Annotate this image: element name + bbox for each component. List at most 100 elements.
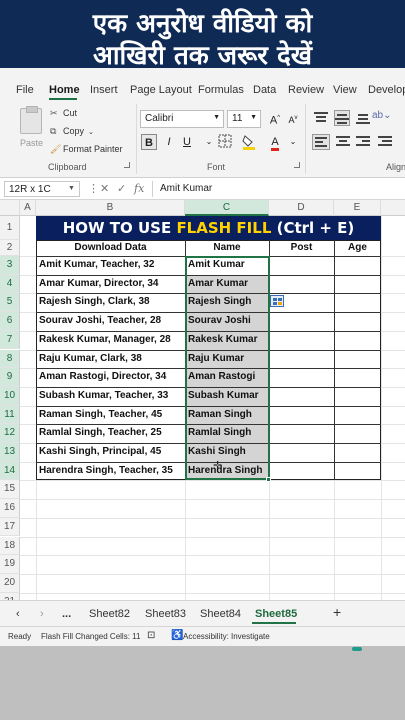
sheet-tab-84[interactable]: Sheet84 <box>200 608 241 620</box>
chevron-down-icon[interactable]: ⌄ <box>285 134 301 150</box>
tab-review[interactable]: Review <box>288 84 324 96</box>
tab-file[interactable]: File <box>16 84 34 96</box>
header-name[interactable]: Name <box>185 240 269 256</box>
tab-data[interactable]: Data <box>253 84 276 96</box>
column-header-a[interactable]: A <box>20 200 36 216</box>
borders-icon[interactable] <box>217 134 233 150</box>
cell-download-data[interactable]: Harendra Singh, Teacher, 35 <box>37 462 184 480</box>
cell-download-data[interactable]: Aman Rastogi, Director, 34 <box>37 368 184 386</box>
row-header-13[interactable]: 13 <box>0 443 20 462</box>
cut-button[interactable]: ✂ Cut <box>50 108 77 119</box>
column-header-c[interactable]: C <box>185 200 269 216</box>
row-header-16[interactable]: 16 <box>0 499 20 518</box>
cell-download-data[interactable]: Rakesk Kumar, Manager, 28 <box>37 331 184 349</box>
macro-record-icon[interactable]: ⊡ <box>147 630 155 641</box>
tab-insert[interactable]: Insert <box>90 84 118 96</box>
format-painter-button[interactable]: 🖌 Format Painter <box>50 144 123 155</box>
align-left-icon[interactable] <box>312 134 330 150</box>
chevron-down-icon[interactable]: ⌄ <box>88 129 94 136</box>
align-center-icon[interactable] <box>336 136 350 148</box>
formula-input[interactable]: Amit Kumar <box>160 183 212 194</box>
font-color-button[interactable]: A <box>267 134 283 151</box>
column-header-e[interactable]: E <box>334 200 381 216</box>
sheet-tab-82[interactable]: Sheet82 <box>89 608 130 620</box>
row-header-12[interactable]: 12 <box>0 424 20 443</box>
orientation-icon[interactable]: ab⌄ <box>372 110 392 122</box>
more-options-icon[interactable]: ⋮ <box>88 182 99 195</box>
bold-button[interactable]: B <box>141 134 157 150</box>
row-header-5[interactable]: 5 <box>0 293 20 313</box>
flash-fill-options-icon[interactable] <box>270 295 284 307</box>
scroll-right-icon[interactable]: › <box>40 608 44 620</box>
underline-button[interactable]: U <box>179 134 195 150</box>
cell-download-data[interactable]: Kashi Singh, Principal, 45 <box>37 443 184 461</box>
row-header-8[interactable]: 8 <box>0 349 20 369</box>
row-header-1[interactable]: 1 <box>0 216 20 240</box>
accessibility-icon[interactable]: ♿ <box>171 630 183 641</box>
row-header-4[interactable]: 4 <box>0 274 20 294</box>
align-top-icon[interactable] <box>314 112 328 124</box>
chevron-down-icon[interactable]: ⌄ <box>201 134 217 150</box>
clipboard-launcher-icon[interactable] <box>124 162 130 168</box>
font-name-select[interactable]: Calibri ▼ <box>140 110 224 128</box>
scroll-left-icon[interactable]: ‹ <box>16 608 20 620</box>
copy-button[interactable]: ⧉ Copy ⌄ <box>50 126 94 137</box>
cell-download-data[interactable]: Raju Kumar, Clark, 38 <box>37 350 184 368</box>
header-post[interactable]: Post <box>269 240 334 256</box>
cell-download-data[interactable]: Raman Singh, Teacher, 45 <box>37 406 184 424</box>
row-header-7[interactable]: 7 <box>0 330 20 350</box>
cell-download-data[interactable]: Rajesh Singh, Clark, 38 <box>37 293 184 311</box>
row-header-3[interactable]: 3 <box>0 256 20 275</box>
select-all-corner[interactable] <box>0 200 20 216</box>
row-header-17[interactable]: 17 <box>0 517 20 537</box>
sheet-tab-83[interactable]: Sheet83 <box>145 608 186 620</box>
align-right-icon[interactable] <box>356 136 370 148</box>
cell-download-data[interactable]: Amit Kumar, Teacher, 32 <box>37 256 184 274</box>
cancel-icon[interactable]: ✕ <box>100 182 109 195</box>
insert-function-icon[interactable]: fx <box>134 182 144 195</box>
grow-font-button[interactable]: A^ <box>267 110 283 127</box>
sheet-tab-85[interactable]: Sheet85 <box>255 608 297 620</box>
more-sheets-button[interactable]: ... <box>62 608 71 620</box>
tab-developer[interactable]: Develop <box>368 84 405 96</box>
row-header-9[interactable]: 9 <box>0 368 20 387</box>
row-header-14[interactable]: 14 <box>0 461 20 481</box>
paste-button-label[interactable]: Paste <box>20 138 43 148</box>
paste-icon[interactable] <box>20 106 42 134</box>
column-header-b[interactable]: B <box>36 200 185 216</box>
add-sheet-button[interactable]: + <box>333 604 341 620</box>
row-header-19[interactable]: 19 <box>0 555 20 574</box>
row-header-2[interactable]: 2 <box>0 240 20 256</box>
indent-icon[interactable] <box>378 136 392 148</box>
row-header-21[interactable]: 21 <box>0 592 20 600</box>
tab-formulas[interactable]: Formulas <box>198 84 244 96</box>
tab-view[interactable]: View <box>333 84 357 96</box>
row-header-11[interactable]: 11 <box>0 405 20 425</box>
header-age[interactable]: Age <box>334 240 381 256</box>
font-launcher-icon[interactable] <box>294 162 300 168</box>
italic-button[interactable]: I <box>161 134 177 150</box>
enter-icon[interactable]: ✓ <box>117 182 126 195</box>
tab-home[interactable]: Home <box>49 84 80 96</box>
shrink-font-button[interactable]: Av <box>285 110 301 126</box>
cell-download-data[interactable]: Sourav Joshi, Teacher, 28 <box>37 312 184 330</box>
chevron-down-icon[interactable]: ▼ <box>68 185 75 192</box>
tab-page-layout[interactable]: Page Layout <box>130 84 192 96</box>
sheet-title-banner[interactable]: HOW TO USE FLASH FILL (Ctrl + E) <box>36 216 381 240</box>
font-size-select[interactable]: 11 ▼ <box>227 110 261 128</box>
row-header-6[interactable]: 6 <box>0 312 20 331</box>
row-header-10[interactable]: 10 <box>0 386 20 406</box>
align-bottom-icon[interactable] <box>356 112 370 124</box>
spreadsheet-grid[interactable]: A B C D E 1 2 3 4 5 6 7 8 9 10 11 12 13 14 15 16 17 18 19 2… <box>0 200 405 600</box>
row-header-15[interactable]: 15 <box>0 480 20 500</box>
fill-handle[interactable] <box>266 477 271 482</box>
row-header-18[interactable]: 18 <box>0 536 20 556</box>
cell-download-data[interactable]: Ramlal Singh, Teacher, 25 <box>37 424 184 442</box>
cell-download-data[interactable]: Subash Kumar, Teacher, 33 <box>37 387 184 405</box>
status-accessibility[interactable]: Accessibility: Investigate <box>183 632 270 641</box>
column-header-d[interactable]: D <box>269 200 334 216</box>
header-download-data[interactable]: Download Data <box>36 240 185 256</box>
align-middle-icon[interactable] <box>334 110 350 126</box>
row-header-20[interactable]: 20 <box>0 573 20 593</box>
fill-color-icon[interactable] <box>241 134 257 150</box>
